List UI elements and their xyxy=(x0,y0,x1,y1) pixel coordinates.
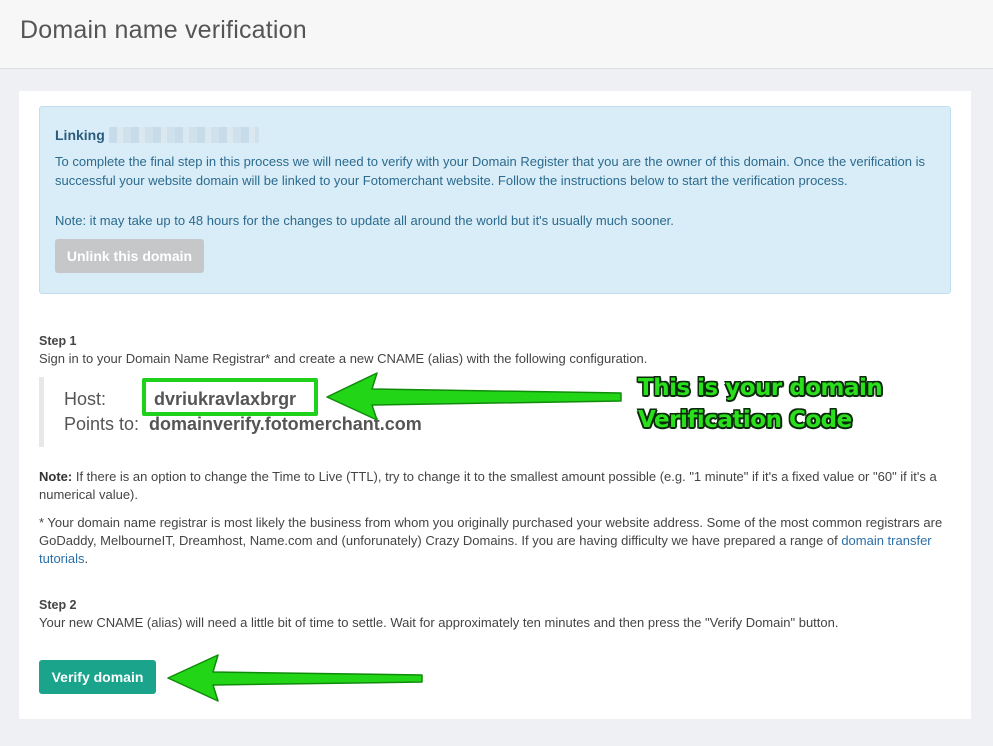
alert-paragraph: To complete the final step in this proce… xyxy=(55,154,925,188)
annotation-text: This is your domain Verification Code xyxy=(638,372,883,436)
points-to-label: Points to: xyxy=(64,414,140,434)
alert-note: Note: it may take up to 48 hours for the… xyxy=(55,213,674,228)
ttl-note: Note: If there is an option to change th… xyxy=(39,468,954,504)
blurred-domain xyxy=(108,127,259,143)
registrar-note: * Your domain name registrar is most lik… xyxy=(39,514,954,568)
annotation-line1: This is your domain xyxy=(638,375,883,401)
step2-text: Your new CNAME (alias) will need a littl… xyxy=(39,615,839,630)
unlink-domain-button[interactable]: Unlink this domain xyxy=(55,239,204,273)
info-alert: Linking To complete the final step in th… xyxy=(39,106,951,294)
linking-label: Linking xyxy=(55,127,105,143)
registrar-note-end: . xyxy=(84,551,89,566)
step2-label: Step 2 xyxy=(39,598,77,612)
annotation-arrow-host xyxy=(326,372,622,421)
host-highlight-box xyxy=(142,378,318,416)
step1-label: Step 1 xyxy=(39,334,77,348)
annotation-arrow-verify xyxy=(167,654,423,702)
annotation-line2: Verification Code xyxy=(638,407,852,433)
page-title: Domain name verification xyxy=(20,16,307,44)
top-bar: Domain name verification xyxy=(0,0,993,69)
step1-text: Sign in to your Domain Name Registrar* a… xyxy=(39,351,648,366)
ttl-note-text: If there is an option to change the Time… xyxy=(39,469,937,502)
verify-domain-button[interactable]: Verify domain xyxy=(39,660,156,694)
linking-heading: Linking xyxy=(55,127,259,143)
ttl-note-bold: Note: xyxy=(39,469,73,484)
host-label: Host: xyxy=(64,389,107,409)
registrar-note-text: * Your domain name registrar is most lik… xyxy=(39,515,943,548)
